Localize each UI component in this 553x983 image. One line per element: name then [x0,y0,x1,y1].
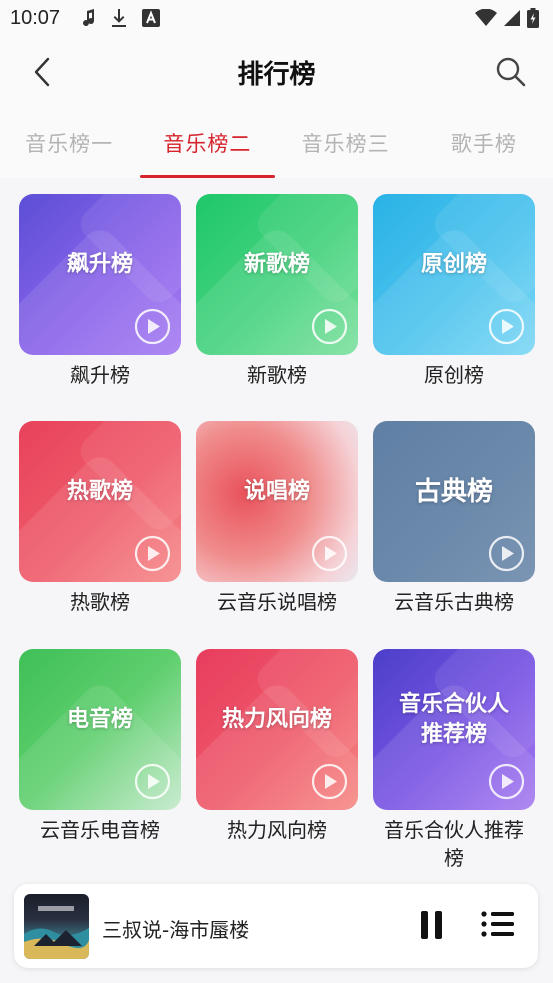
search-icon [496,57,526,87]
album-art-image [24,906,89,959]
app-a-icon [142,9,160,27]
play-icon[interactable] [134,763,171,800]
play-icon[interactable] [311,535,348,572]
tab-music-chart-3[interactable]: 音乐榜三 [277,106,415,178]
signal-icon [504,10,520,26]
chart-cover[interactable]: 音乐合伙人推荐榜 [373,649,535,810]
play-icon[interactable] [134,308,171,345]
header: 排行榜 [0,38,553,106]
download-icon [112,9,126,27]
cover-title: 飙升榜 [66,251,133,277]
chart-label: 云音乐说唱榜 [217,590,337,614]
mini-player[interactable]: 三叔说-海市蜃楼 [14,884,538,968]
chart-label: 飙升榜 [70,363,130,387]
cover-title: 热歌榜 [66,478,133,504]
chart-card-hot-songs[interactable]: 热歌榜 热歌榜 [19,421,181,616]
chart-card-trend[interactable]: 热力风向榜 热力风向榜 [196,649,358,844]
system-icons [475,8,539,28]
pause-bar [420,911,428,939]
chart-card-electronic[interactable]: 电音榜 云音乐电音榜 [19,649,181,844]
chart-tabs: 音乐榜一 音乐榜二 音乐榜三 歌手榜 [0,106,553,178]
tab-singer-chart[interactable]: 歌手榜 [415,106,553,178]
chart-card-rap[interactable]: 说唱榜 云音乐说唱榜 [196,421,358,616]
chart-cover[interactable]: 原创榜 [373,194,535,355]
chart-label: 云音乐电音榜 [40,818,160,842]
chart-card-classical[interactable]: 古典榜 云音乐古典榜 [373,421,535,616]
play-icon[interactable] [311,763,348,800]
notification-icons [82,8,160,28]
music-note-icon [83,9,95,27]
chart-card-original[interactable]: 原创榜 原创榜 [373,194,535,389]
song-title: 三叔说-海市蜃楼 [102,918,250,942]
status-time: 10:07 [10,7,61,29]
chart-cover[interactable]: 新歌榜 [196,194,358,355]
chart-card-partner[interactable]: 音乐合伙人推荐榜 音乐合伙人推荐榜 [373,649,535,872]
cover-title: 古典榜 [414,476,493,507]
album-art[interactable] [24,894,89,959]
wifi-icon [475,9,497,26]
search-button[interactable] [491,52,531,92]
play-icon[interactable] [488,308,525,345]
chart-label: 原创榜 [424,363,484,387]
page-title: 排行榜 [237,60,316,90]
cover-title: 热力风向榜 [221,706,332,732]
chart-cover[interactable]: 电音榜 [19,649,181,810]
chart-label: 云音乐古典榜 [394,590,514,614]
chart-cover[interactable]: 热力风向榜 [196,649,358,810]
cover-title: 电音榜 [66,706,133,732]
tab-music-chart-2[interactable]: 音乐榜二 [138,106,276,178]
cover-title: 新歌榜 [243,251,310,277]
playlist-icon[interactable] [480,908,516,940]
play-icon[interactable] [134,535,171,572]
chart-card-soaring[interactable]: 飙升榜 飙升榜 [19,194,181,389]
chart-label: 音乐合伙人推荐榜 [384,818,524,870]
cover-title: 原创榜 [420,251,487,277]
cover-title: 音乐合伙人推荐榜 [398,691,509,747]
play-icon[interactable] [488,535,525,572]
chart-label: 热力风向榜 [227,818,327,842]
chart-cover[interactable]: 飙升榜 [19,194,181,355]
chart-label: 新歌榜 [247,363,307,387]
pause-button[interactable] [414,908,448,942]
chart-cover[interactable]: 古典榜 [373,421,535,582]
battery-icon [527,8,539,28]
chart-label: 热歌榜 [70,590,130,614]
chart-card-new-songs[interactable]: 新歌榜 新歌榜 [196,194,358,389]
pause-bar [434,911,442,939]
play-icon[interactable] [311,308,348,345]
tab-music-chart-1[interactable]: 音乐榜一 [0,106,138,178]
cover-title: 说唱榜 [243,478,310,504]
play-icon[interactable] [488,763,525,800]
chart-cover[interactable]: 说唱榜 [196,421,358,582]
chart-cover[interactable]: 热歌榜 [19,421,181,582]
status-bar: 10:07 [0,0,553,38]
